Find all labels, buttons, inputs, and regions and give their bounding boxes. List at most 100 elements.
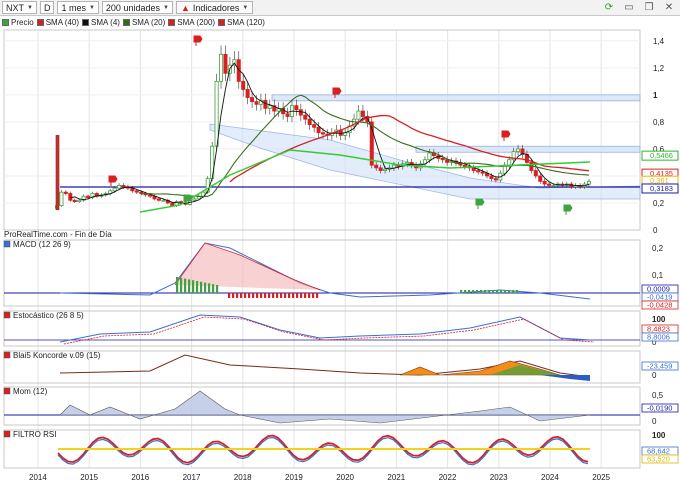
x-axis-label: 2019: [285, 473, 303, 482]
chevron-down-icon: ▼: [162, 4, 169, 11]
candle-body: [86, 195, 91, 198]
legend-item[interactable]: SMA (40): [36, 17, 80, 27]
candle-body: [298, 109, 303, 116]
macd-hist-bar: [208, 283, 211, 293]
legend-item[interactable]: SMA (120): [218, 18, 265, 27]
legend-swatch: [218, 18, 226, 26]
panel-frame: [3, 239, 641, 307]
window-controls: ⟳ ▭ ❐ ✕: [602, 1, 676, 14]
macd-hist-bar: [200, 281, 203, 293]
candle-body: [161, 199, 166, 202]
candle-body: [250, 97, 255, 103]
candle-body: [383, 168, 388, 171]
koncorde-blue-area: [540, 375, 590, 381]
x-axis-label: 2018: [234, 473, 252, 482]
macd-hist-bar: [500, 290, 503, 293]
macd-hist-bar: [496, 290, 499, 293]
candle-body: [493, 178, 498, 181]
candle-body: [316, 126, 321, 134]
candle-body: [139, 191, 144, 194]
candle-body: [476, 170, 481, 173]
chart-canvas[interactable]: MACD (12 26 9)0,20,100,0009-0,0419-0,042…: [0, 0, 680, 483]
legend-item[interactable]: SMA (200): [168, 18, 215, 27]
candle-body: [547, 183, 552, 186]
macd-hist-bar: [240, 293, 243, 298]
macd-hist-bar: [480, 290, 483, 293]
panel-title-swatch: [3, 387, 11, 395]
macd-hist-bar: [236, 293, 239, 298]
indicators-button[interactable]: ▲ Indicadores ▼: [175, 1, 254, 14]
legend-item[interactable]: Precio: [2, 18, 34, 27]
candle-body: [391, 164, 396, 169]
sell-marker-icon: [108, 175, 118, 186]
price-tick-label: 0,2: [653, 199, 665, 208]
candle-spike: [55, 135, 60, 211]
legend-label: SMA (40): [45, 17, 80, 27]
chart-mode-field[interactable]: D: [39, 1, 55, 14]
macd-hist-bar: [184, 278, 187, 293]
price-tag-label: 0,5466: [650, 151, 673, 160]
restore-icon[interactable]: ❐: [642, 1, 656, 14]
macd-hist-bar: [472, 290, 475, 293]
macd-hist-bar: [300, 293, 303, 298]
candle-body: [285, 113, 290, 117]
candle-body: [374, 164, 379, 169]
candle-body: [223, 53, 228, 74]
x-axis-label: 2015: [80, 473, 98, 482]
candle-body: [516, 148, 521, 153]
candle-body: [117, 185, 122, 189]
macd-hist-bar: [188, 279, 191, 293]
price-tick-label: 1,4: [653, 37, 665, 46]
legend-label: SMA (4): [91, 17, 120, 27]
macd-hist-bar: [288, 293, 291, 298]
panel-tick-label: 0,1: [652, 271, 664, 280]
macd-hist-bar: [464, 290, 467, 293]
period-value: 1 mes: [61, 2, 86, 13]
candle-body: [489, 175, 494, 180]
chevron-down-icon: ▼: [88, 4, 95, 11]
legend-swatch: [168, 18, 176, 26]
macd-hist-bar: [192, 280, 195, 293]
macd-hist-bar: [252, 293, 255, 298]
candle-body: [112, 187, 117, 192]
macd-hist-bar: [296, 293, 299, 298]
candle-body: [170, 202, 175, 207]
buy-marker-icon: [475, 198, 485, 209]
candle-body: [156, 198, 161, 201]
legend-swatch: [122, 18, 130, 26]
legend-item[interactable]: SMA (20): [122, 18, 165, 27]
macd-hist-bar: [176, 277, 179, 293]
buy-marker-icon: [563, 204, 573, 215]
macd-hist-bar: [248, 293, 251, 298]
candle-body: [320, 132, 325, 135]
candle-body: [427, 152, 432, 161]
symbol-value: NXT: [6, 2, 24, 13]
candle-body: [307, 118, 312, 125]
period-select[interactable]: 1 mes ▼: [57, 1, 99, 14]
symbol-field[interactable]: NXT ▼: [2, 1, 37, 14]
candle-body: [192, 198, 197, 201]
candle-body: [121, 185, 126, 188]
close-icon[interactable]: ✕: [662, 1, 676, 14]
chart-mode-value: D: [43, 2, 51, 13]
candle-body: [267, 105, 272, 109]
x-axis-label: 2024: [541, 473, 559, 482]
panel-tick-label: 0: [652, 417, 657, 426]
legend-item[interactable]: SMA (4): [82, 18, 120, 27]
macd-hist-bar: [232, 293, 235, 298]
macd-hist-bar: [260, 293, 263, 298]
panel-tag-label: -23,459: [647, 362, 672, 371]
candle-body: [360, 110, 365, 117]
minimize-icon[interactable]: ▭: [622, 1, 636, 14]
macd-hist-bar: [512, 290, 515, 293]
candle-body: [356, 110, 361, 120]
macd-hist-bar: [308, 293, 311, 298]
macd-hist-bar: [244, 293, 247, 298]
x-axis-label: 2025: [592, 473, 610, 482]
stoch-k-line: [59, 314, 591, 343]
units-select[interactable]: 200 unidades ▼: [101, 1, 173, 14]
candle-body: [542, 180, 547, 185]
x-axis-label: 2023: [490, 473, 508, 482]
refresh-icon[interactable]: ⟳: [602, 1, 616, 14]
macd-hist-bar: [280, 293, 283, 298]
